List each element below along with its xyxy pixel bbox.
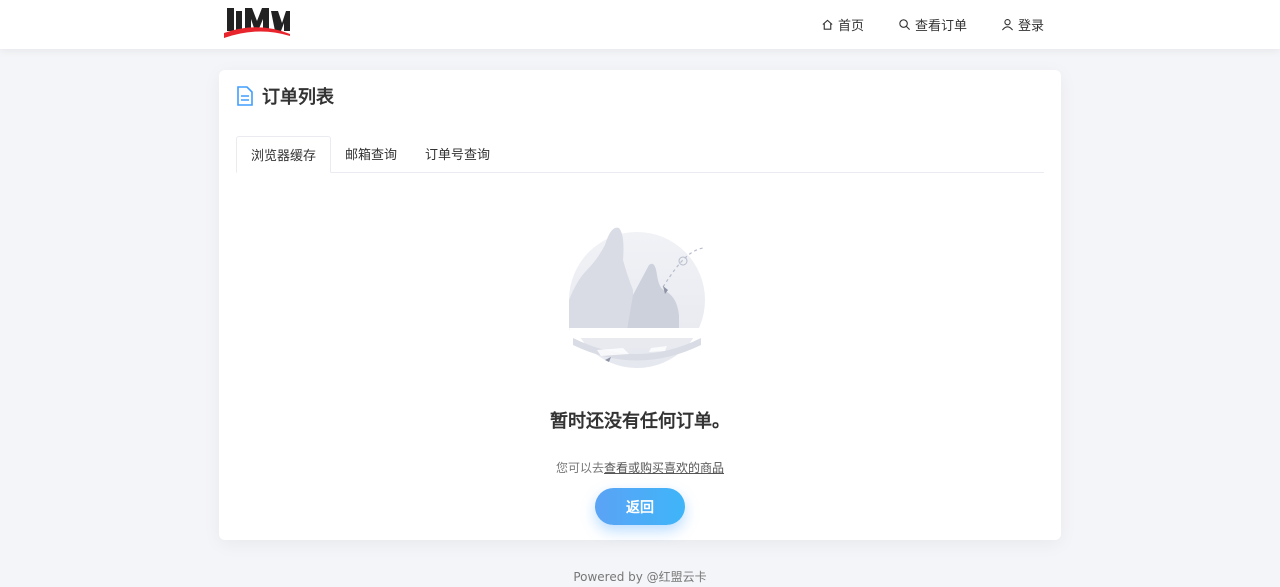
top-navbar: 首页 查看订单 登录 <box>0 0 1280 49</box>
nav-view-orders-label: 查看订单 <box>914 19 967 34</box>
main-nav: 首页 查看订单 登录 <box>821 0 1044 49</box>
nav-view-orders[interactable]: 查看订单 <box>898 15 967 34</box>
tab-browser-cache[interactable]: 浏览器缓存 <box>236 136 332 173</box>
nav-home[interactable]: 首页 <box>821 15 864 34</box>
nav-login-label: 登录 <box>1017 19 1044 34</box>
back-button[interactable]: 返回 <box>595 488 685 525</box>
tab-email-query[interactable]: 邮箱查询 <box>331 135 411 172</box>
nav-home-label: 首页 <box>837 19 864 34</box>
user-icon <box>1001 19 1014 31</box>
empty-state-subtitle-prefix: 您可以去 <box>555 461 604 475</box>
search-icon <box>899 19 910 31</box>
page-title: 订单列表 <box>262 87 334 108</box>
query-tabs: 浏览器缓存 邮箱查询 订单号查询 <box>236 136 1044 173</box>
order-list-card: 订单列表 浏览器缓存 邮箱查询 订单号查询 暂时还没有任何订单。 您可以去查看或… <box>219 70 1061 540</box>
nav-login[interactable]: 登录 <box>1001 15 1044 34</box>
site-logo[interactable] <box>224 5 292 41</box>
tab-order-number-query[interactable]: 订单号查询 <box>411 135 504 172</box>
home-icon <box>822 19 833 30</box>
empty-state-illustration <box>569 227 705 368</box>
document-icon <box>237 86 253 106</box>
empty-state-title: 暂时还没有任何订单。 <box>550 411 730 432</box>
footer-powered-by: Powered by @红盟云卡 <box>573 570 707 584</box>
card-header: 订单列表 <box>236 84 334 108</box>
browse-products-link[interactable]: 查看或购买喜欢的商品 <box>604 461 724 475</box>
empty-state-subtitle: 您可以去查看或购买喜欢的商品 <box>219 459 1061 476</box>
